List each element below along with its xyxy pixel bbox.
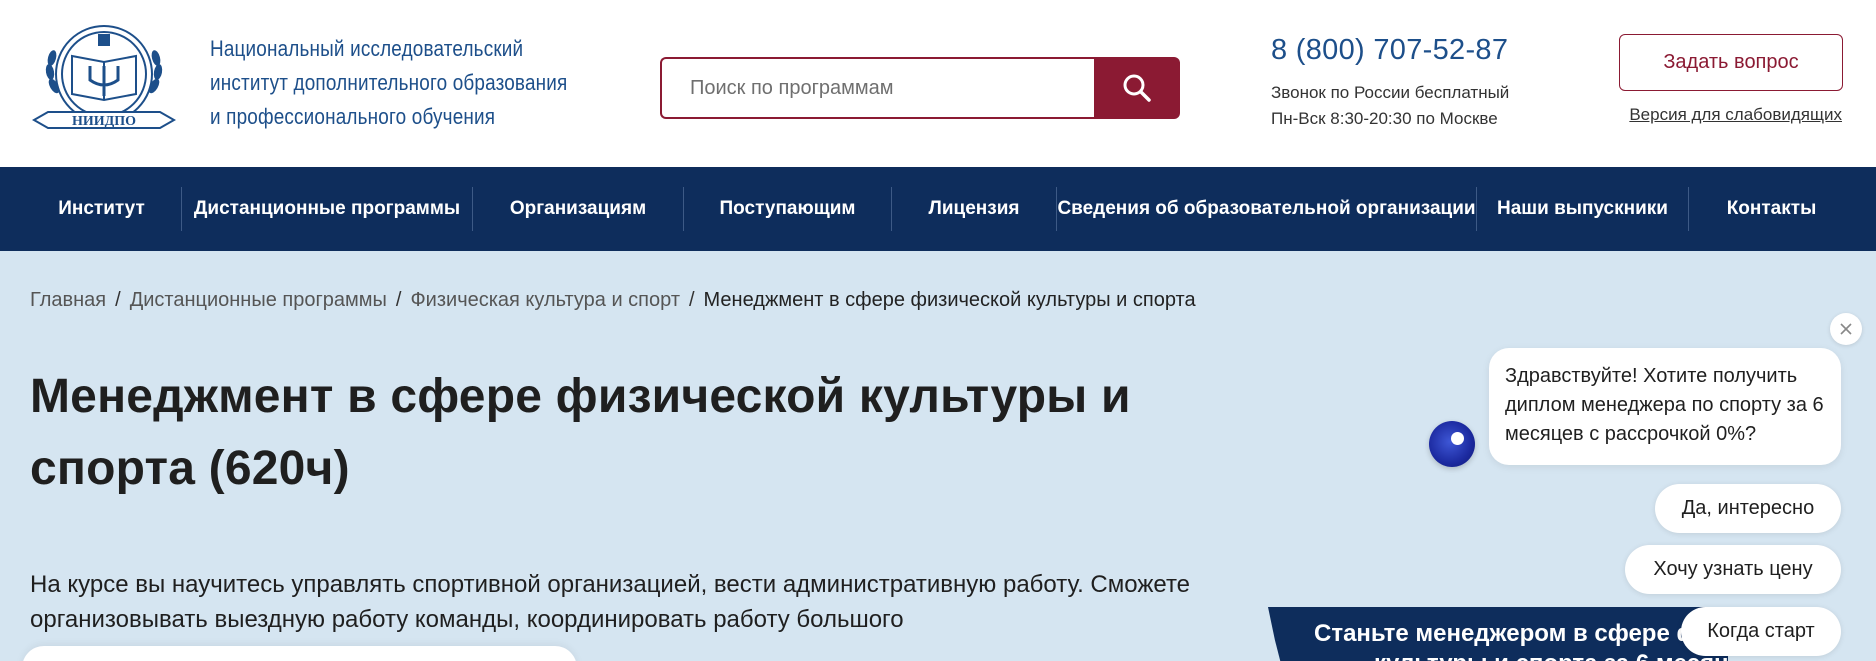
phone-note-line: Пн-Вск 8:30-20:30 по Москве — [1271, 109, 1498, 128]
nav-item-distance-programs[interactable]: Дистанционные программы — [182, 187, 473, 231]
institute-name-line: институт дополнительного образования — [210, 70, 568, 95]
institute-name-line: Национальный исследовательский — [210, 36, 524, 61]
accessibility-version-link[interactable]: Версия для слабовидящих — [1629, 105, 1842, 125]
nav-item-organizations[interactable]: Организациям — [473, 187, 684, 231]
breadcrumb-link-distance-programs[interactable]: Дистанционные программы — [130, 289, 387, 311]
institute-name-line: и профессионального обучения — [210, 104, 496, 129]
chat-option-price[interactable]: Хочу узнать цену — [1625, 545, 1841, 594]
institute-logo[interactable]: НИИДПО — [28, 16, 180, 144]
nav-item-graduates[interactable]: Наши выпускники — [1477, 187, 1689, 231]
breadcrumb-current: Менеджмент в сфере физической культуры и… — [703, 289, 1196, 311]
search-input[interactable] — [660, 57, 1096, 119]
page-title: Менеджмент в сфере физической культуры и… — [30, 370, 1131, 495]
nav-item-organization-info[interactable]: Сведения об образовательной организации — [1057, 187, 1477, 231]
promo-banner-line: культуры и спорта за 6 месяцев — [1314, 649, 1728, 661]
chat-option-start[interactable]: Когда старт — [1681, 607, 1841, 656]
course-intro: На курсе вы научитесь управлять спортивн… — [30, 571, 1191, 633]
bottom-card — [22, 646, 577, 661]
phone-note: Звонок по России бесплатный Пн-Вск 8:30-… — [1271, 80, 1509, 132]
chat-bot-avatar-icon[interactable] — [1429, 421, 1475, 467]
breadcrumb: Главная / Дистанционные программы / Физическ… — [30, 289, 1196, 311]
nav-item-contacts[interactable]: Контакты — [1689, 187, 1854, 231]
promo-banner: Станьте менеджером в сфере фи культуры и… — [1268, 607, 1728, 661]
breadcrumb-link-home[interactable]: Главная — [30, 289, 106, 311]
logo-emblem-icon: НИИДПО — [31, 25, 177, 129]
close-icon — [1840, 323, 1852, 335]
search-button[interactable] — [1094, 57, 1180, 119]
site-header: НИИДПО Национальный исследовательский ин… — [0, 0, 1876, 167]
institute-name[interactable]: Национальный исследовательский институт … — [210, 32, 568, 134]
phone-number[interactable]: 8 (800) 707-52-87 — [1271, 34, 1508, 67]
main-nav: Институт Дистанционные программы Организ… — [0, 167, 1876, 251]
phone-note-line: Звонок по России бесплатный — [1271, 83, 1510, 102]
breadcrumb-link-sport[interactable]: Физическая культура и спорт — [410, 289, 680, 311]
chat-message: Здравствуйте! Хотите получить диплом мен… — [1489, 348, 1841, 465]
nav-item-applicants[interactable]: Поступающим — [684, 187, 892, 231]
search-form — [660, 57, 1180, 119]
logo-text: НИИДПО — [72, 114, 136, 129]
nav-item-institute[interactable]: Институт — [22, 187, 182, 231]
ask-question-button[interactable]: Задать вопрос — [1619, 34, 1843, 91]
chat-close-button[interactable] — [1830, 313, 1862, 345]
chat-option-interested[interactable]: Да, интересно — [1655, 484, 1841, 533]
search-icon — [1123, 74, 1151, 102]
promo-banner-line: Станьте менеджером в сфере фи — [1314, 620, 1713, 647]
nav-item-license[interactable]: Лицензия — [892, 187, 1057, 231]
